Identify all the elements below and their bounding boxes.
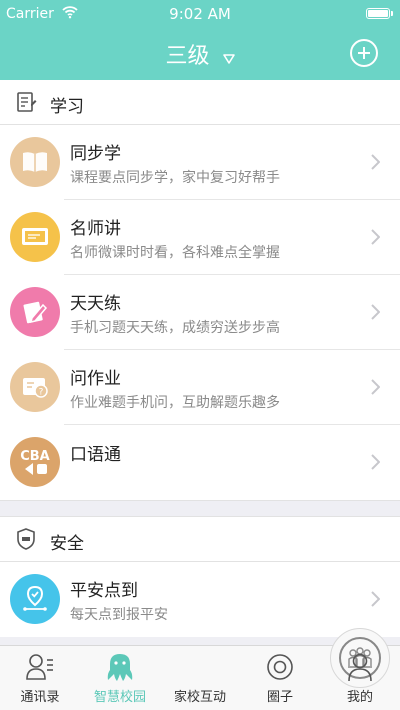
notebook-icon [14, 90, 38, 114]
tab-home-school[interactable]: 家校互动 [160, 628, 390, 710]
clock: 9:02 AM [169, 5, 231, 23]
chevron-right-icon [371, 454, 381, 474]
chevron-right-icon [371, 154, 381, 174]
study-list: 同步学 课程要点同步学，家中复习好帮手 名师讲 名师微课时时看，各科难点全掌握 [0, 125, 400, 500]
tab-label: 家校互动 [173, 690, 226, 705]
item-title: 问作业 [70, 369, 121, 389]
item-title: 天天练 [70, 294, 121, 314]
main-content: 学习 同步学 课程要点同步学，家中复习好帮手 名师讲 名师微课时时看，各科难点全… [0, 80, 400, 637]
book-icon [10, 137, 60, 187]
item-subtitle: 每天点到报平安 [70, 607, 168, 623]
svg-text:CBA: CBA [20, 449, 50, 464]
item-subtitle: 手机习题天天练，成绩穷送步步高 [70, 320, 280, 336]
section-header-study: 学习 [0, 80, 400, 125]
question-card-icon: ? [10, 362, 60, 412]
tab-label: 我的 [346, 690, 373, 705]
status-bar: Carrier 9:02 AM [0, 0, 400, 28]
tab-label: 智慧校园 [93, 690, 146, 705]
section-gap [0, 500, 400, 517]
item-title: 平安点到 [70, 581, 138, 601]
chevron-right-icon [371, 379, 381, 399]
tab-mine[interactable]: 我的 [320, 646, 400, 710]
circle-icon [266, 652, 294, 682]
section-title: 学习 [50, 97, 84, 117]
contacts-icon [26, 652, 54, 682]
chevron-right-icon [371, 229, 381, 249]
tab-label: 通讯录 [20, 690, 60, 705]
caret-down-icon [222, 49, 235, 68]
list-item-ask-homework[interactable]: ? 问作业 作业难题手机问，互助解题乐趣多 [0, 350, 400, 425]
cba-letters-icon: CBA [10, 437, 60, 487]
blackboard-icon [10, 212, 60, 262]
item-subtitle: 名师微课时时看，各科难点全掌握 [70, 245, 280, 261]
list-item-sync-learn[interactable]: 同步学 课程要点同步学，家中复习好帮手 [0, 125, 400, 200]
page-title: 三级 [165, 44, 210, 69]
grade-selector[interactable]: 三级 [0, 38, 400, 70]
section-header-safety: 安全 [0, 517, 400, 562]
tab-smart-campus[interactable]: 智慧校园 [80, 646, 160, 710]
octopus-icon [106, 652, 134, 682]
safety-list: 平安点到 每天点到报平安 [0, 562, 400, 637]
list-item-oral-english[interactable]: CBA 口语通 [0, 425, 400, 500]
battery-icon [366, 8, 393, 19]
item-subtitle: 作业难题手机问，互助解题乐趣多 [70, 395, 280, 411]
tab-label: 圈子 [266, 690, 293, 705]
location-pin-icon [10, 574, 60, 624]
tab-bar: 通讯录 智慧校园 家校互动 圈子 我的 [0, 628, 400, 710]
add-button[interactable] [350, 39, 378, 67]
chevron-right-icon [371, 304, 381, 324]
tab-contacts[interactable]: 通讯录 [0, 646, 80, 710]
list-item-teacher-talk[interactable]: 名师讲 名师微课时时看，各科难点全掌握 [0, 200, 400, 275]
svg-text:?: ? [39, 388, 44, 398]
item-title: 口语通 [70, 445, 121, 465]
pencil-paper-icon [10, 287, 60, 337]
list-item-safe-checkin[interactable]: 平安点到 每天点到报平安 [0, 562, 400, 637]
item-subtitle: 课程要点同步学，家中复习好帮手 [70, 170, 280, 186]
shield-icon [14, 527, 38, 551]
item-title: 名师讲 [70, 219, 121, 239]
section-title: 安全 [50, 534, 84, 554]
list-item-daily-practice[interactable]: 天天练 手机习题天天练，成绩穷送步步高 [0, 275, 400, 350]
tab-circle[interactable]: 圈子 [240, 646, 320, 710]
item-title: 同步学 [70, 144, 121, 164]
nav-bar: 三级 [0, 28, 400, 80]
person-icon [346, 652, 374, 682]
chevron-right-icon [371, 591, 381, 611]
